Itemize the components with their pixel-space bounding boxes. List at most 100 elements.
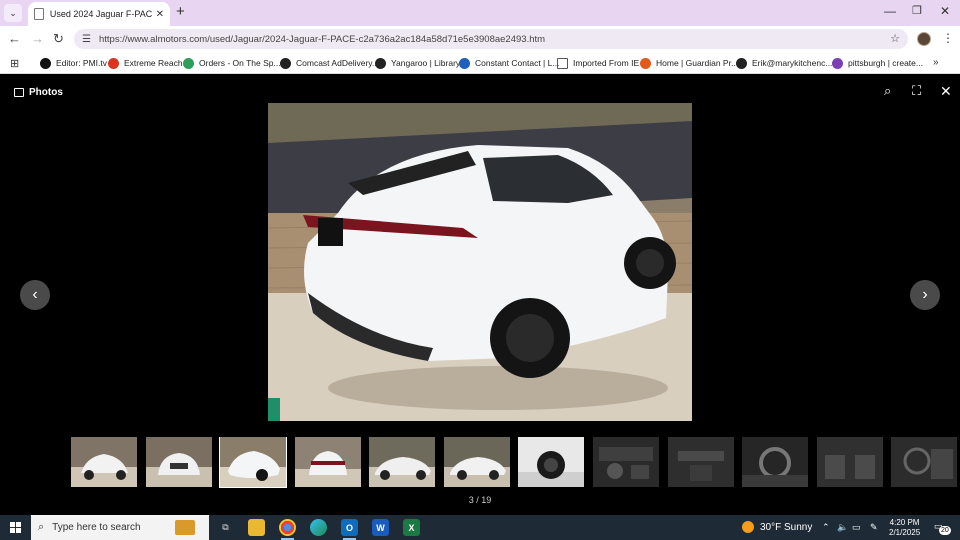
new-tab-button[interactable]: + (176, 4, 185, 20)
file-explorer-icon[interactable] (248, 519, 265, 536)
bookmark-label: Constant Contact | L... (475, 58, 560, 68)
sun-icon (742, 521, 754, 533)
browser-menu-icon[interactable]: ⋮ (942, 32, 954, 44)
tab-strip: ⌄ Used 2024 Jaguar F-PACE For S ✕ + — ❐ … (0, 0, 960, 26)
tab-title: Used 2024 Jaguar F-PACE For S (49, 9, 152, 19)
xr-icon (108, 57, 119, 69)
thumbnail-active[interactable] (219, 437, 287, 488)
pen-icon[interactable]: ✎ (870, 522, 878, 533)
bookmark-label: Home | Guardian Pr... (656, 58, 739, 68)
window-close-button[interactable]: ✕ (940, 4, 950, 18)
search-icon: ⌕ (38, 521, 45, 533)
thumbnail[interactable] (369, 437, 435, 487)
task-view-icon[interactable]: ⧉ (217, 519, 234, 536)
bookmark-item[interactable]: pittsburgh | create... (832, 56, 923, 70)
notification-center-icon[interactable]: ▭ 20 (934, 521, 951, 535)
bookmark-item[interactable]: Comcast AdDelivery... (280, 56, 379, 70)
search-placeholder: Type here to search (52, 522, 141, 533)
chrome-icon[interactable] (279, 519, 296, 540)
bookmark-label: Imported From IE (573, 58, 640, 68)
bookmark-label: Yangaroo | Library (391, 58, 461, 68)
thumbnail[interactable] (71, 437, 137, 487)
tab-search-button[interactable]: ⌄ (4, 4, 22, 22)
briefcase-icon (175, 520, 195, 535)
constant-contact-icon (459, 57, 470, 69)
bookmark-label: Erik@marykitchenc... (752, 58, 833, 68)
photos-header: Photos (14, 87, 63, 98)
bookmark-label: pittsburgh | create... (848, 58, 923, 68)
bookmark-item[interactable]: Constant Contact | L... (459, 56, 559, 70)
thumbnail[interactable] (444, 437, 510, 487)
yangaroo-icon (375, 57, 386, 69)
notification-badge: 20 (939, 526, 951, 535)
volume-icon[interactable]: 🔈 (837, 522, 848, 533)
photos-title: Photos (29, 87, 63, 98)
maximize-button[interactable]: ❐ (912, 4, 922, 17)
weather-widget[interactable]: 30°F Sunny (742, 521, 812, 533)
close-viewer-icon[interactable]: ✕ (940, 83, 952, 100)
browser-tab[interactable]: Used 2024 Jaguar F-PACE For S ✕ (28, 2, 170, 26)
excel-icon[interactable]: X (403, 519, 420, 536)
bookmark-label: Extreme Reach (124, 58, 183, 68)
fullscreen-icon[interactable]: ⛶ (912, 83, 921, 99)
navigation-bar: ← → ↻ ☰ https://www.almotors.com/used/Ja… (0, 26, 960, 52)
erik-icon (736, 57, 747, 69)
close-tab-icon[interactable]: ✕ (156, 9, 164, 20)
minimize-button[interactable]: — (884, 4, 896, 18)
thumbnail[interactable] (518, 437, 584, 487)
orders-icon (183, 57, 194, 69)
profile-avatar[interactable] (917, 32, 931, 46)
thumbnail[interactable] (593, 437, 659, 487)
main-photo[interactable] (268, 103, 692, 421)
bookmark-item[interactable]: Yangaroo | Library (375, 56, 460, 70)
bookmark-item[interactable]: Orders - On The Sp... (183, 56, 281, 70)
bookmark-item[interactable]: Imported From IE (557, 56, 639, 70)
weather-text: 30°F Sunny (760, 521, 813, 533)
clock-time: 4:20 PM (889, 518, 920, 527)
clock-date: 2/1/2025 (889, 528, 921, 537)
bookmark-star-icon[interactable]: ☆ (890, 32, 900, 45)
photos-icon (14, 88, 24, 97)
bookmark-label: Comcast AdDelivery... (296, 58, 379, 68)
url-text: https://www.almotors.com/used/Jaguar/202… (98, 33, 546, 45)
apps-grid-icon[interactable]: ⊞ (10, 57, 19, 70)
comcast-icon (280, 57, 291, 69)
bookmark-item[interactable]: Extreme Reach (108, 56, 183, 70)
page-favicon-icon (34, 8, 44, 20)
next-photo-button[interactable]: › (910, 280, 940, 310)
site-info-icon[interactable]: ☰ (82, 34, 91, 45)
guardian-icon (640, 57, 651, 69)
zoom-icon[interactable]: ⌕ (884, 83, 891, 99)
back-button[interactable]: ← (8, 31, 21, 46)
bookmark-item[interactable]: Erik@marykitchenc... (736, 56, 832, 70)
bookmark-label: Orders - On The Sp... (199, 58, 281, 68)
network-icon[interactable]: ▭ (852, 522, 861, 533)
outlook-icon[interactable]: O (341, 519, 358, 540)
bookmarks-bar: ⊞ Editor: PMI.tv Extreme Reach Orders - On… (0, 52, 960, 74)
bookmark-item[interactable]: Editor: PMI.tv (40, 56, 107, 70)
more-bookmarks-icon[interactable]: » (933, 57, 939, 68)
previous-photo-button[interactable]: ‹ (20, 280, 50, 310)
edge-icon[interactable] (310, 519, 327, 536)
address-bar[interactable]: ☰ https://www.almotors.com/used/Jaguar/2… (74, 29, 908, 49)
system-clock[interactable]: 4:20 PM 2/1/2025 (889, 518, 920, 538)
bookmark-item[interactable]: Home | Guardian Pr... (640, 56, 738, 70)
thumbnail-strip (71, 437, 960, 489)
windows-start-icon[interactable] (10, 522, 21, 533)
thumbnail[interactable] (295, 437, 361, 487)
pittsburgh-icon (832, 57, 843, 69)
word-icon[interactable]: W (372, 519, 389, 536)
photo-counter: 3 / 19 (468, 495, 492, 505)
thumbnail[interactable] (817, 437, 883, 487)
bookmark-label: Editor: PMI.tv (56, 58, 108, 68)
reload-button[interactable]: ↻ (53, 31, 64, 47)
forward-button[interactable]: → (31, 31, 44, 46)
thumbnail[interactable] (891, 437, 957, 487)
thumbnail[interactable] (742, 437, 808, 487)
taskbar-search[interactable]: ⌕ Type here to search (31, 515, 209, 540)
taskbar: ⌕ Type here to search ⧉ O W X 30°F Sunny… (0, 515, 960, 540)
show-hidden-icons[interactable]: ⌃ (822, 522, 830, 533)
folder-icon (557, 57, 568, 69)
thumbnail[interactable] (668, 437, 734, 487)
thumbnail[interactable] (146, 437, 212, 487)
